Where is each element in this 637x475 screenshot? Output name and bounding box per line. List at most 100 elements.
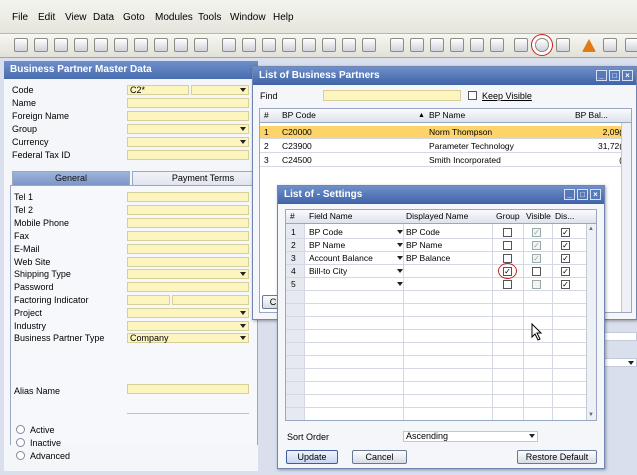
industry-dropdown[interactable] xyxy=(127,321,249,331)
filter-icon[interactable] xyxy=(342,38,356,52)
col-bp-name[interactable]: BP Name xyxy=(429,110,465,121)
fax-field[interactable] xyxy=(127,231,249,241)
query-icon[interactable] xyxy=(556,38,570,52)
menu-modules[interactable]: Modules xyxy=(155,12,193,23)
print-icon[interactable] xyxy=(34,38,48,52)
first-icon[interactable] xyxy=(262,38,276,52)
group-checkbox[interactable] xyxy=(503,228,512,237)
word-icon[interactable] xyxy=(114,38,128,52)
display-checkbox[interactable]: ✓ xyxy=(561,254,570,263)
tel2-field[interactable] xyxy=(127,205,249,215)
federal-tax-id-field[interactable] xyxy=(127,150,249,160)
bp-type-dropdown[interactable]: Company xyxy=(127,333,249,343)
close-icon[interactable]: × xyxy=(590,189,601,200)
visible-checkbox[interactable] xyxy=(532,267,541,276)
project-dropdown[interactable] xyxy=(127,308,249,318)
new-doc-icon[interactable] xyxy=(14,38,28,52)
maximize-icon[interactable]: □ xyxy=(609,70,620,81)
minimize-icon[interactable]: _ xyxy=(564,189,575,200)
calendar-icon[interactable] xyxy=(603,38,617,52)
table-row[interactable]: 2 BP Name BP Name ✓ ✓ xyxy=(286,239,596,252)
web-site-field[interactable] xyxy=(127,257,249,267)
code-field[interactable]: C2* xyxy=(127,85,189,95)
menu-edit[interactable]: Edit xyxy=(38,12,55,23)
factoring-indicator-name-field[interactable] xyxy=(172,295,249,305)
menu-tools[interactable]: Tools xyxy=(198,12,221,23)
form-settings-icon[interactable] xyxy=(535,38,549,52)
base-doc-icon[interactable] xyxy=(390,38,404,52)
menu-window[interactable]: Window xyxy=(230,12,266,23)
col-bp-balance[interactable]: BP Bal... xyxy=(575,110,608,121)
bp-list-scrollbar[interactable] xyxy=(621,123,631,312)
table-row[interactable]: 3 C24500 Smith Incorporated ( xyxy=(260,154,631,167)
table-row[interactable]: 4 Bill-to City ✓ ✓ xyxy=(286,263,596,279)
foreign-name-field[interactable] xyxy=(127,111,249,121)
payment-icon[interactable] xyxy=(470,38,484,52)
last-icon[interactable] xyxy=(322,38,336,52)
settings-scrollbar[interactable]: ▲ ▼ xyxy=(586,224,596,420)
update-button[interactable]: Update xyxy=(286,450,338,464)
alias-name-field[interactable] xyxy=(127,384,249,394)
menu-help[interactable]: Help xyxy=(273,12,294,23)
currency-dropdown[interactable] xyxy=(127,137,249,147)
group-dropdown[interactable] xyxy=(127,124,249,134)
restore-default-button[interactable]: Restore Default xyxy=(517,450,597,464)
minimize-icon[interactable]: _ xyxy=(596,70,607,81)
table-row[interactable]: 1 BP Code BP Code ✓ ✓ xyxy=(286,226,596,239)
prev-icon[interactable] xyxy=(282,38,296,52)
find-icon[interactable] xyxy=(222,38,236,52)
navigate-icon[interactable] xyxy=(174,38,188,52)
shipping-type-dropdown[interactable] xyxy=(127,269,249,279)
menu-goto[interactable]: Goto xyxy=(123,12,145,23)
add-icon[interactable] xyxy=(242,38,256,52)
excel-icon[interactable] xyxy=(94,38,108,52)
close-icon[interactable]: × xyxy=(622,70,633,81)
find-input[interactable] xyxy=(323,90,461,101)
scroll-down-icon[interactable]: ▼ xyxy=(588,412,594,418)
mobile-phone-field[interactable] xyxy=(127,218,249,228)
group-checkbox[interactable] xyxy=(503,241,512,250)
sort-order-dropdown[interactable]: Ascending xyxy=(403,431,538,442)
target-doc-icon[interactable] xyxy=(410,38,424,52)
keep-visible-checkbox[interactable] xyxy=(468,91,477,100)
maximize-icon[interactable]: □ xyxy=(577,189,588,200)
menu-view[interactable]: View xyxy=(65,12,87,23)
warning-icon[interactable] xyxy=(582,39,596,52)
table-row[interactable]: 1 C20000 Norm Thompson 2,09( xyxy=(260,126,631,139)
tab-general[interactable]: General xyxy=(12,171,130,185)
next-icon[interactable] xyxy=(302,38,316,52)
table-row[interactable]: 3 Account Balance BP Balance ✓ ✓ xyxy=(286,252,596,265)
lock-icon[interactable] xyxy=(194,38,208,52)
table-row[interactable]: 2 C23900 Parameter Technology 31,72( xyxy=(260,140,631,153)
advanced-radio[interactable] xyxy=(16,451,25,460)
display-checkbox[interactable]: ✓ xyxy=(561,280,570,289)
inactive-radio[interactable] xyxy=(16,438,25,447)
display-checkbox[interactable]: ✓ xyxy=(561,241,570,250)
sort-icon[interactable] xyxy=(362,38,376,52)
code-series-dropdown[interactable] xyxy=(191,85,249,95)
table-row[interactable]: 5 ✓ xyxy=(286,278,596,291)
menu-data[interactable]: Data xyxy=(93,12,114,23)
group-checkbox[interactable] xyxy=(503,280,512,289)
journal-icon[interactable] xyxy=(450,38,464,52)
help-icon[interactable] xyxy=(625,38,637,52)
factoring-indicator-field[interactable] xyxy=(127,295,170,305)
layout-icon[interactable] xyxy=(154,38,168,52)
pdf-icon[interactable] xyxy=(134,38,148,52)
password-field[interactable] xyxy=(127,282,249,292)
mail-icon[interactable] xyxy=(74,38,88,52)
relationship-icon[interactable] xyxy=(430,38,444,52)
tel1-field[interactable] xyxy=(127,192,249,202)
display-checkbox[interactable]: ✓ xyxy=(561,267,570,276)
scroll-up-icon[interactable]: ▲ xyxy=(588,226,594,232)
edit-icon[interactable] xyxy=(514,38,528,52)
email-field[interactable] xyxy=(127,244,249,254)
active-radio[interactable] xyxy=(16,425,25,434)
gross-profit-icon[interactable] xyxy=(490,38,504,52)
preview-icon[interactable] xyxy=(54,38,68,52)
cancel-button[interactable]: Cancel xyxy=(352,450,407,464)
col-bp-code[interactable]: BP Code xyxy=(282,110,316,121)
group-checkbox[interactable] xyxy=(503,254,512,263)
name-field[interactable] xyxy=(127,98,249,108)
menu-file[interactable]: File xyxy=(12,12,28,23)
